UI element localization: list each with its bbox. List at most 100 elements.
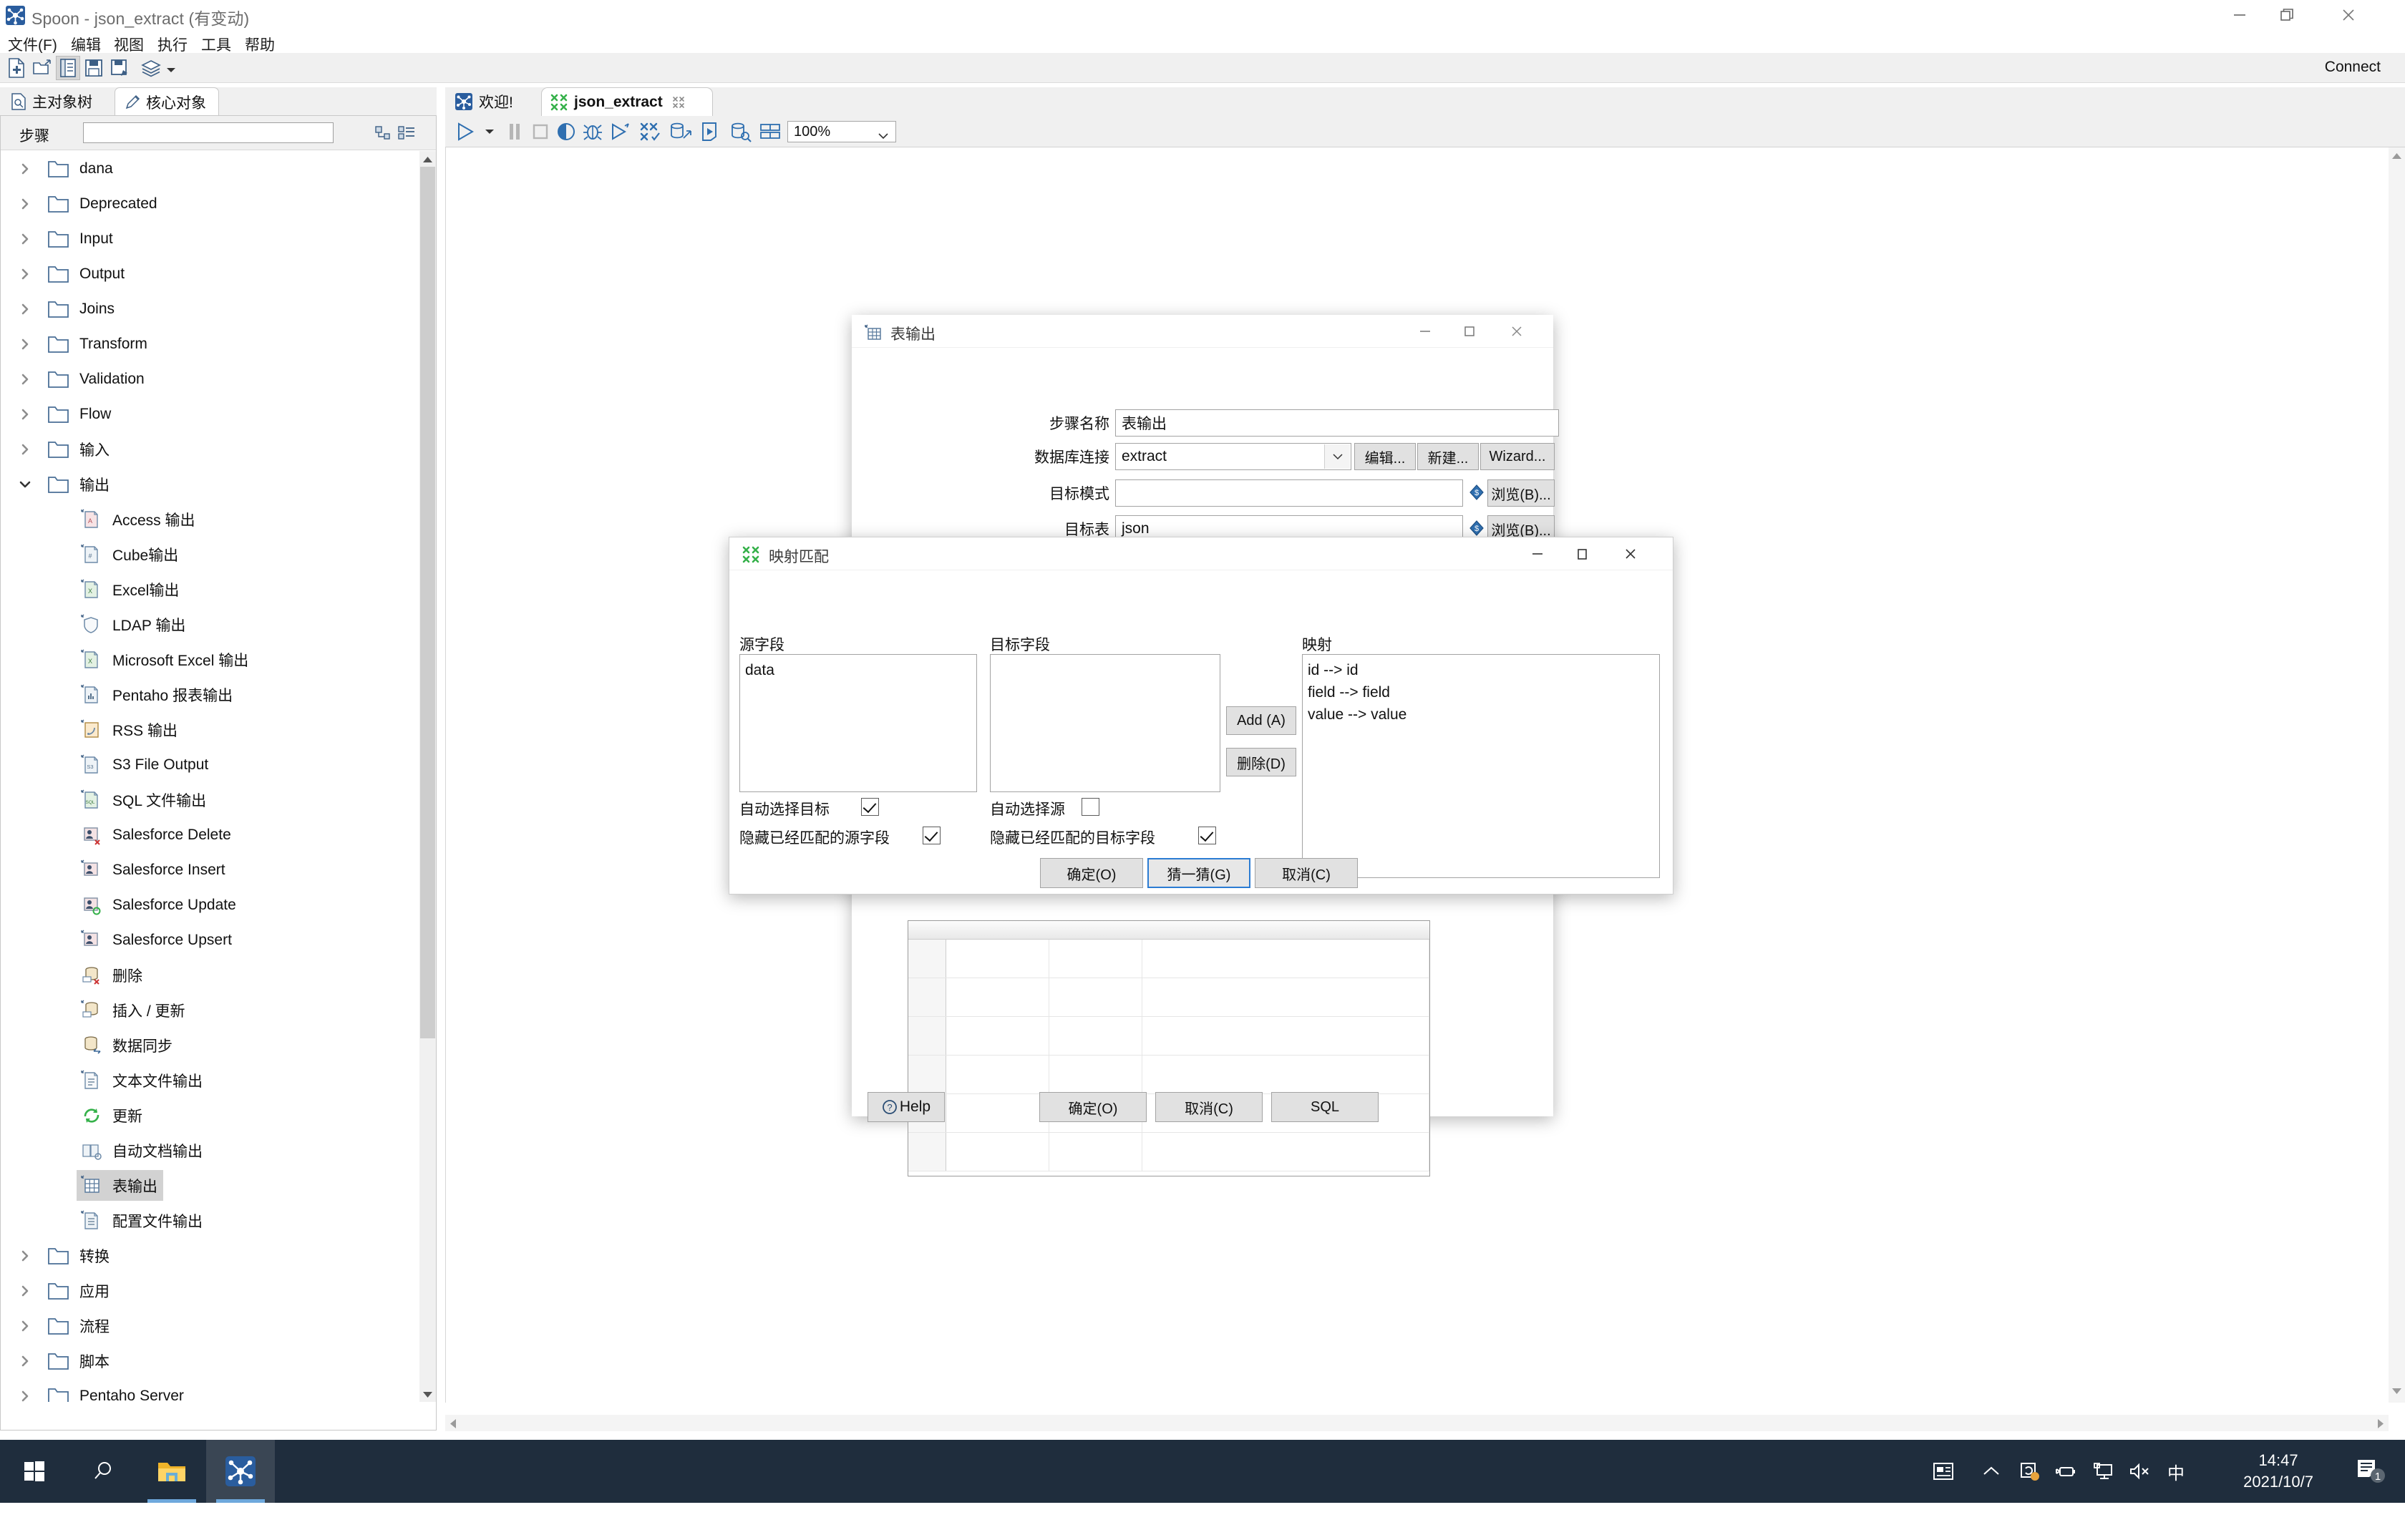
window-restore-button[interactable] [2263,0,2311,30]
chevron-right-icon[interactable] [18,1249,32,1263]
run-dropdown-caret-icon[interactable] [481,120,498,144]
chevron-right-icon[interactable] [18,1284,32,1298]
table-cell[interactable] [1049,1056,1142,1093]
tree-item-自动文档输出[interactable]: 自动文档输出 [1,1133,419,1168]
chevron-right-icon[interactable] [18,1319,32,1333]
canvas-vertical-scrollbar[interactable] [2389,147,2405,1403]
table-output-sql-button[interactable]: SQL [1271,1092,1379,1122]
tab-json-extract[interactable]: json_extract [541,87,713,116]
canvas-scroll-down-icon[interactable] [2391,1386,2402,1399]
table-cell[interactable] [1142,978,1429,1016]
show-hidden-icons-icon[interactable] [1974,1440,2008,1503]
chevron-right-icon[interactable] [18,337,32,351]
tree-item-表输出[interactable]: 表输出 [1,1168,419,1203]
tab-main-object-tree[interactable]: 主对象树 [1,87,116,116]
db-connection-select[interactable]: extract [1115,443,1351,470]
window-minimize-button[interactable] [2216,0,2263,30]
mapping-cancel-button[interactable]: 取消(C) [1255,858,1358,888]
news-icon[interactable] [1924,1440,1964,1503]
mapping-maximize-button[interactable] [1560,537,1604,570]
table-cell[interactable] [1049,940,1142,978]
table-row[interactable] [908,940,1429,978]
tree-item-数据同步[interactable]: 数据同步 [1,1028,419,1063]
preview-icon[interactable] [554,120,578,144]
chevron-right-icon[interactable] [18,302,32,316]
table-cell[interactable] [946,978,1049,1016]
variable-icon[interactable]: $ [1469,520,1485,536]
layers-icon[interactable] [139,56,163,80]
search-icon[interactable] [69,1440,137,1503]
canvas-scroll-left-icon[interactable] [449,1418,457,1433]
tree-item-joins[interactable]: Joins [1,291,419,326]
taskbar-spoon-icon[interactable] [206,1440,275,1503]
hide-matched-source-checkbox[interactable] [923,827,941,844]
hide-matched-target-checkbox[interactable] [1198,827,1216,844]
db-new-button[interactable]: 新建... [1417,443,1479,470]
table-output-maximize-button[interactable] [1447,315,1492,348]
auto-select-source-checkbox[interactable] [1082,798,1099,816]
table-cell[interactable] [946,940,1049,978]
expand-tree-icon[interactable] [374,125,393,141]
tree-item-输出[interactable]: 输出 [1,467,419,502]
chevron-right-icon[interactable] [18,1354,32,1368]
zoom-level-select[interactable]: 100% [787,121,896,142]
tree-item-salesforce-update[interactable]: Salesforce Update [1,887,419,922]
tree-item-rss-输出[interactable]: RSS 输出 [1,712,419,747]
save-icon[interactable] [82,56,106,80]
chevron-right-icon[interactable] [18,372,32,386]
tree-item-s3-file-output[interactable]: S3S3 File Output [1,747,419,782]
chevron-right-icon[interactable] [18,1389,32,1403]
db-wizard-button[interactable]: Wizard... [1480,443,1555,470]
collapse-tree-icon[interactable] [397,125,416,141]
table-cell[interactable] [1049,1133,1142,1171]
toolbar-dropdown-caret-icon[interactable] [166,64,176,72]
replay-icon[interactable] [607,120,633,144]
tab-welcome[interactable]: 欢迎! [447,87,540,116]
scroll-down-arrow-icon[interactable] [422,1390,433,1398]
open-folder-icon[interactable] [30,56,54,80]
chevron-right-icon[interactable] [18,267,32,281]
save-as-icon[interactable] [107,56,132,80]
scroll-up-arrow-icon[interactable] [422,155,433,163]
stop-icon[interactable] [528,120,553,144]
table-cell[interactable] [946,1056,1049,1093]
help-button[interactable]: ? Help [868,1092,945,1122]
windows-start-icon[interactable] [0,1440,69,1503]
taskbar-clock[interactable]: 14:47 2021/10/7 [2243,1450,2313,1493]
tree-item-流程[interactable]: 流程 [1,1308,419,1343]
list-item[interactable]: id --> id [1308,659,1659,681]
steps-tree[interactable]: danaDeprecatedInputOutputJoinsTransformV… [1,151,419,1402]
window-close-button[interactable] [2325,0,2372,30]
tree-item-validation[interactable]: Validation [1,361,419,396]
tree-item-output[interactable]: Output [1,256,419,291]
impact-icon[interactable] [667,120,694,144]
tree-item-应用[interactable]: 应用 [1,1273,419,1308]
canvas-scroll-up-icon[interactable] [2391,151,2402,164]
table-row[interactable] [908,978,1429,1017]
tree-item-salesforce-delete[interactable]: Salesforce Delete [1,817,419,852]
table-cell[interactable] [1142,1017,1429,1055]
field-mapping-grid[interactable] [908,920,1430,1176]
db-edit-button[interactable]: 编辑... [1354,443,1416,470]
mapping-close-button[interactable] [1608,537,1653,570]
table-cell[interactable] [1142,1133,1429,1171]
table-output-close-button[interactable] [1495,315,1539,348]
sql-icon[interactable] [697,120,724,144]
table-cell[interactable] [1142,1056,1429,1093]
network-icon[interactable] [2086,1440,2120,1503]
tree-item-更新[interactable]: 更新 [1,1098,419,1133]
left-tree-scrollbar[interactable] [419,151,436,1402]
variable-icon[interactable]: $ [1469,484,1485,500]
mapping-add-button[interactable]: Add (A) [1226,706,1296,735]
tree-item-sql-文件输出[interactable]: SQLSQL 文件输出 [1,782,419,817]
target-schema-browse-button[interactable]: 浏览(B)... [1487,479,1555,507]
tree-item-插入-/-更新[interactable]: 插入 / 更新 [1,993,419,1028]
mapping-guess-button[interactable]: 猜一猜(G) [1147,858,1250,888]
new-file-icon[interactable] [4,56,29,80]
list-item[interactable]: data [745,659,976,681]
table-cell[interactable] [1142,940,1429,978]
table-cell[interactable] [1049,978,1142,1016]
table-row[interactable] [908,1056,1429,1094]
notification-icon[interactable]: 1 [2356,1458,2385,1488]
tree-item-转换[interactable]: 转换 [1,1238,419,1273]
